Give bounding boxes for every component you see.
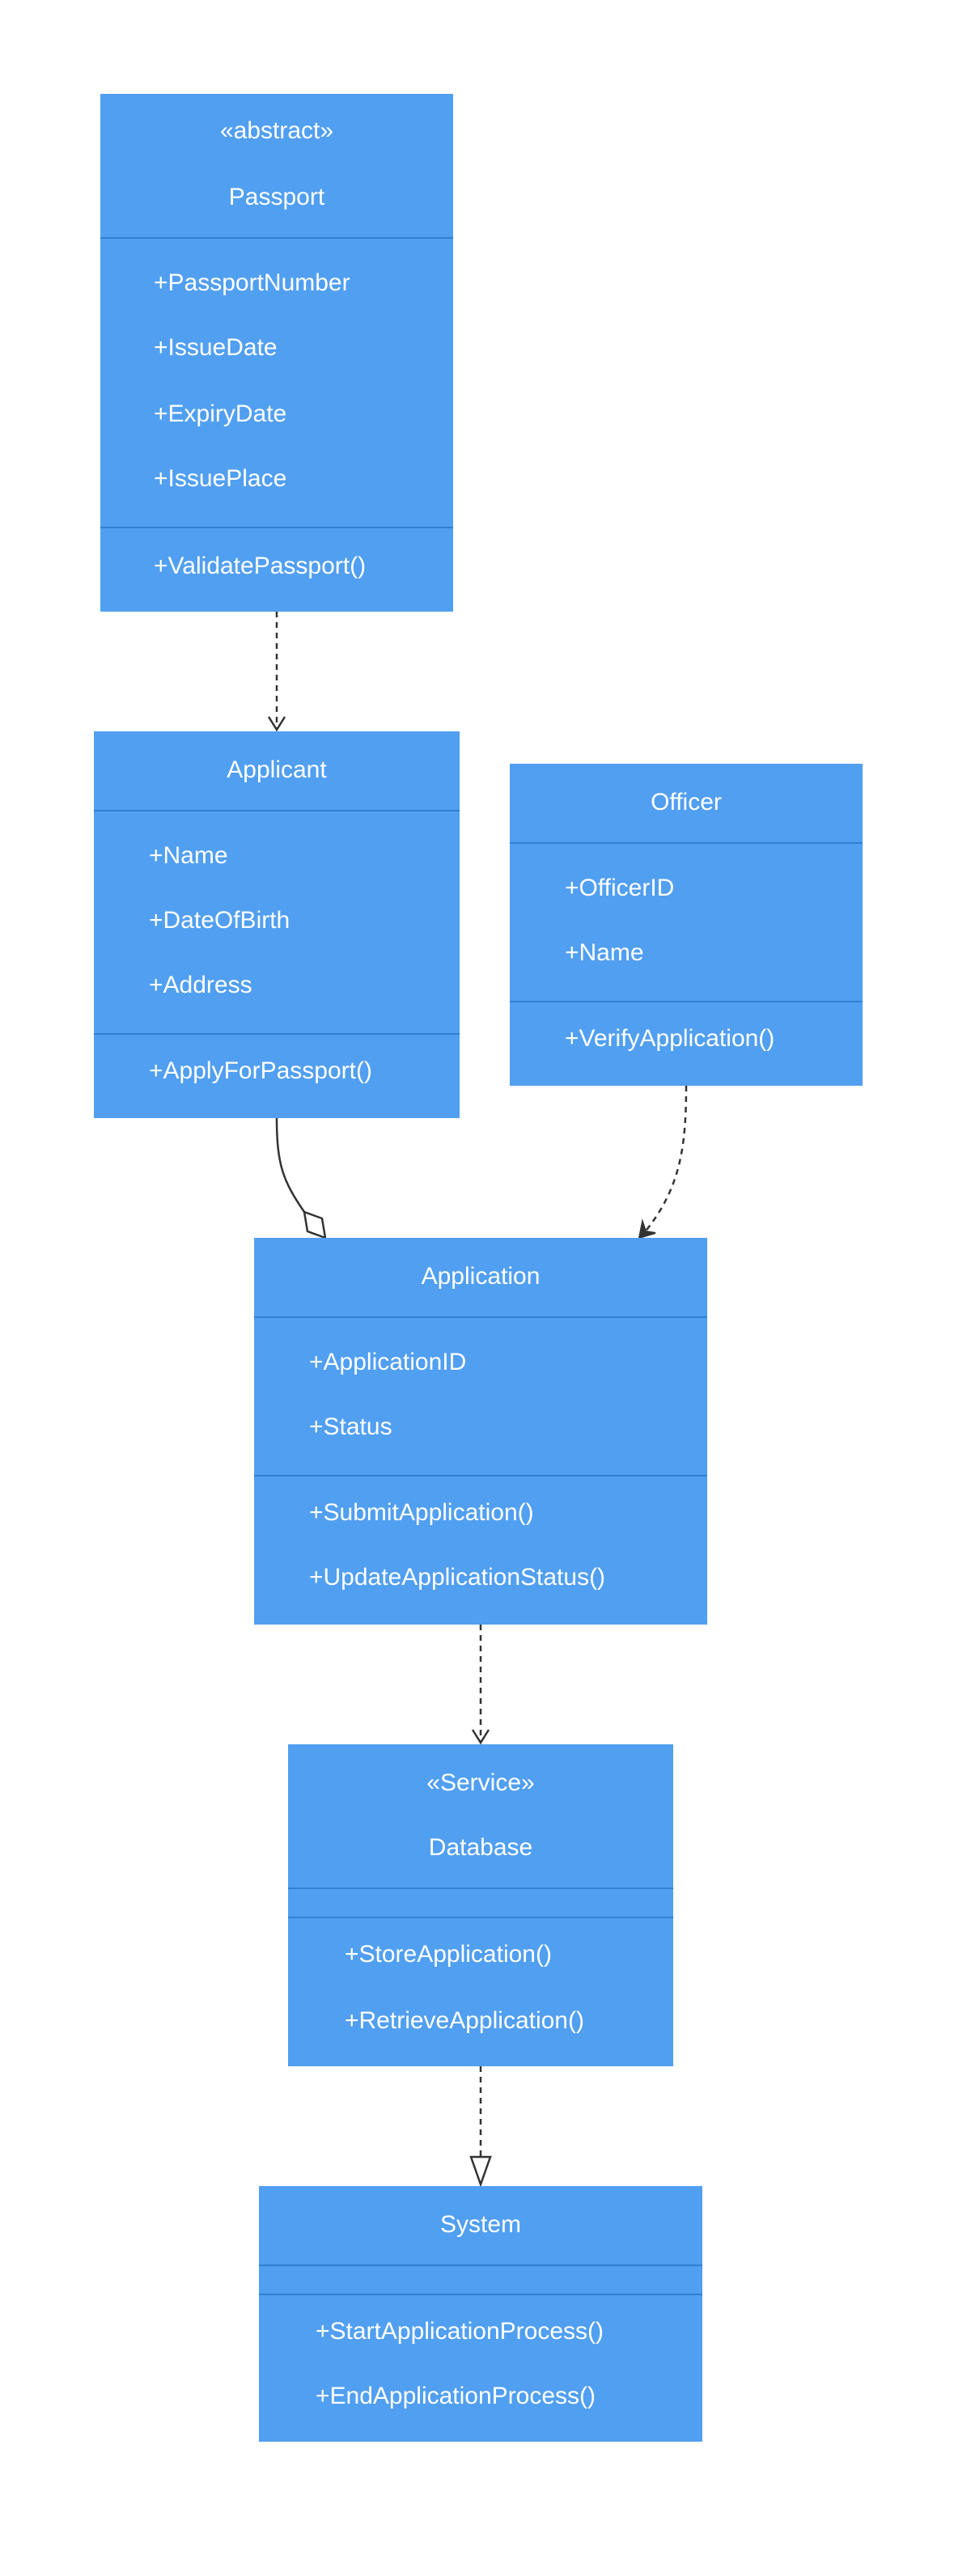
compartment-divider xyxy=(100,237,453,239)
compartment-divider xyxy=(259,2265,702,2266)
class-officer[interactable]: Officer +OfficerID +Name +VerifyApplication… xyxy=(510,764,863,1086)
class-attribute: +DateOfBirth xyxy=(149,907,290,934)
class-name: Applicant xyxy=(227,756,327,783)
class-name: Officer xyxy=(651,789,722,816)
class-applicant[interactable]: Applicant +Name +DateOfBirth +Address +Apply… xyxy=(94,731,460,1118)
compartment-divider xyxy=(510,1001,863,1002)
class-method: +StoreApplication() xyxy=(345,1941,552,1968)
aggregation-diamond-icon xyxy=(303,1210,327,1239)
class-name: Database xyxy=(428,1834,533,1861)
class-attribute: +ApplicationID xyxy=(309,1349,467,1375)
class-attribute: +Address xyxy=(149,972,252,998)
compartment-divider xyxy=(254,1475,707,1477)
compartment-divider xyxy=(288,1917,673,1918)
class-method: +VerifyApplication() xyxy=(565,1025,775,1052)
class-name: Passport xyxy=(228,184,325,210)
class-attribute: +OfficerID xyxy=(565,875,675,901)
class-method: +ApplyForPassport() xyxy=(149,1057,372,1084)
class-method: +ValidatePassport() xyxy=(154,553,367,579)
class-attribute: +IssuePlace xyxy=(154,465,287,492)
class-method: +RetrieveApplication() xyxy=(345,2007,584,2034)
class-database[interactable]: «Service» Database +StoreApplication() +Ret… xyxy=(288,1744,673,2066)
compartment-divider xyxy=(94,1033,460,1035)
class-stereotype: «Service» xyxy=(426,1769,535,1796)
class-attribute: +IssueDate xyxy=(154,334,278,361)
compartment-divider xyxy=(94,810,460,811)
compartment-divider xyxy=(100,527,453,528)
class-name: System xyxy=(439,2211,522,2238)
class-diagram: «abstract» Passport +PassportNumber +IssueD… xyxy=(0,0,971,2576)
compartment-divider xyxy=(288,1888,673,1889)
edge-applicant-application xyxy=(275,1117,306,1213)
class-method: +StartApplicationProcess() xyxy=(316,2318,604,2345)
class-attribute: +Name xyxy=(565,939,644,966)
class-passport[interactable]: «abstract» Passport +PassportNumber +IssueD… xyxy=(100,94,453,612)
class-attribute: +Name xyxy=(149,842,228,869)
class-method: +SubmitApplication() xyxy=(309,1499,534,1526)
class-attribute: +ExpiryDate xyxy=(154,400,287,427)
compartment-divider xyxy=(259,2294,702,2295)
realization-triangle-icon xyxy=(469,2155,492,2188)
class-system[interactable]: System +StartApplicationProcess() +EndAppl… xyxy=(259,2186,702,2442)
class-attribute: +PassportNumber xyxy=(154,269,350,296)
class-name: Application xyxy=(421,1263,541,1290)
class-attribute: +Status xyxy=(309,1413,392,1440)
edge-officer-application xyxy=(643,1085,688,1234)
class-method: +UpdateApplicationStatus() xyxy=(309,1564,606,1591)
compartment-divider xyxy=(254,1316,707,1318)
class-application[interactable]: Application +ApplicationID +Status +SubmitA… xyxy=(254,1238,707,1625)
compartment-divider xyxy=(510,842,863,844)
class-method: +EndApplicationProcess() xyxy=(316,2383,596,2409)
class-stereotype: «abstract» xyxy=(219,117,334,144)
